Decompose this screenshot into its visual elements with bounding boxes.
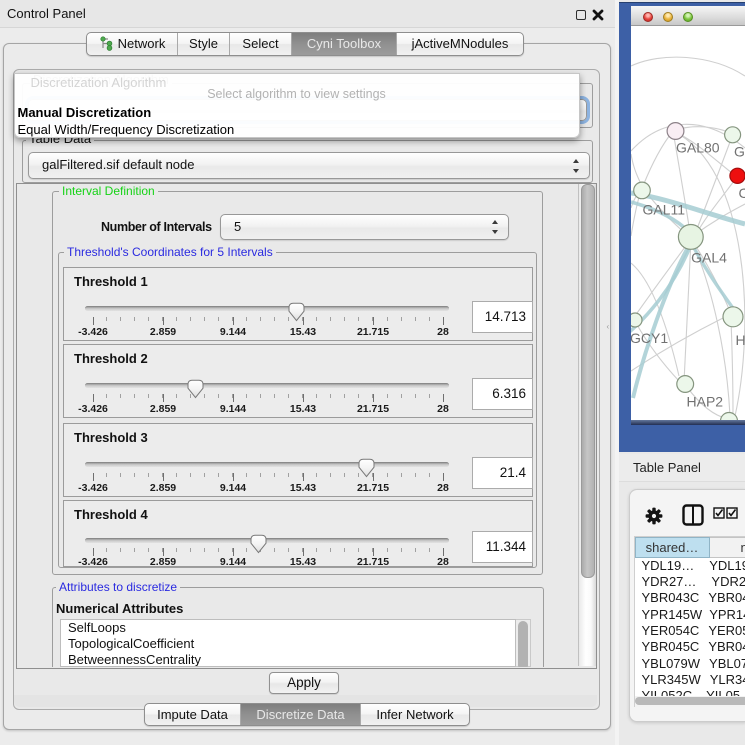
svg-text:CD: CD <box>739 185 745 201</box>
svg-text:HAP2: HAP2 <box>687 394 724 410</box>
svg-text:GAL80: GAL80 <box>676 140 720 156</box>
svg-text:HIS: HIS <box>736 332 745 348</box>
svg-text:GCY1: GCY1 <box>631 330 668 346</box>
svg-text:GA: GA <box>734 144 745 160</box>
svg-text:GAL4: GAL4 <box>691 250 727 266</box>
svg-text:GAL11: GAL11 <box>643 202 686 218</box>
